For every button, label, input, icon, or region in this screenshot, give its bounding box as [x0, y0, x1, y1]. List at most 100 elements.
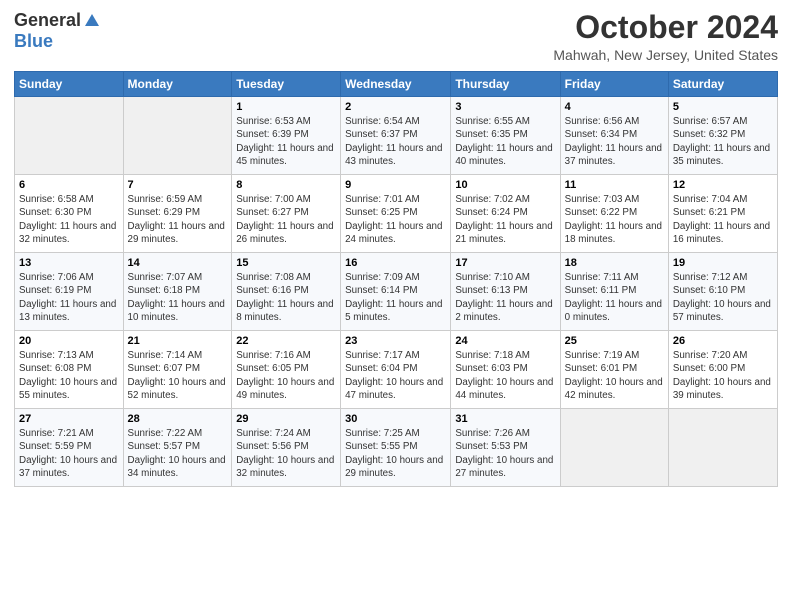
- day-info: Sunrise: 7:12 AM Sunset: 6:10 PM Dayligh…: [673, 271, 773, 324]
- day-info: Sunrise: 7:02 AM Sunset: 6:24 PM Dayligh…: [455, 193, 555, 246]
- calendar-cell: 5 Sunrise: 6:57 AM Sunset: 6:32 PM Daylig…: [668, 97, 777, 175]
- calendar-week-row: 27 Sunrise: 7:21 AM Sunset: 5:59 PM Dayli…: [15, 409, 778, 487]
- calendar-cell: 13 Sunrise: 7:06 AM Sunset: 6:19 PM Dayli…: [15, 253, 124, 331]
- calendar-week-row: 6 Sunrise: 6:58 AM Sunset: 6:30 PM Daylig…: [15, 175, 778, 253]
- day-info: Sunrise: 7:19 AM Sunset: 6:01 PM Dayligh…: [565, 349, 664, 402]
- day-info: Sunrise: 6:57 AM Sunset: 6:32 PM Dayligh…: [673, 115, 773, 168]
- day-info: Sunrise: 7:08 AM Sunset: 6:16 PM Dayligh…: [236, 271, 336, 324]
- calendar-cell: 28 Sunrise: 7:22 AM Sunset: 5:57 PM Dayli…: [123, 409, 232, 487]
- calendar-table: Sunday Monday Tuesday Wednesday Thursday…: [14, 71, 778, 487]
- logo-general-text: General: [14, 10, 81, 31]
- logo: General Blue: [14, 10, 101, 52]
- day-number: 28: [128, 413, 228, 425]
- calendar-cell: 26 Sunrise: 7:20 AM Sunset: 6:00 PM Dayli…: [668, 331, 777, 409]
- day-info: Sunrise: 7:13 AM Sunset: 6:08 PM Dayligh…: [19, 349, 119, 402]
- col-saturday: Saturday: [668, 72, 777, 97]
- logo-blue-text: Blue: [14, 31, 53, 52]
- day-info: Sunrise: 7:03 AM Sunset: 6:22 PM Dayligh…: [565, 193, 664, 246]
- day-number: 29: [236, 413, 336, 425]
- day-number: 2: [345, 101, 446, 113]
- page: General Blue October 2024 Mahwah, New Je…: [0, 0, 792, 612]
- day-info: Sunrise: 7:11 AM Sunset: 6:11 PM Dayligh…: [565, 271, 664, 324]
- day-number: 1: [236, 101, 336, 113]
- day-info: Sunrise: 7:09 AM Sunset: 6:14 PM Dayligh…: [345, 271, 446, 324]
- day-number: 22: [236, 335, 336, 347]
- day-info: Sunrise: 7:04 AM Sunset: 6:21 PM Dayligh…: [673, 193, 773, 246]
- calendar-cell: 11 Sunrise: 7:03 AM Sunset: 6:22 PM Dayli…: [560, 175, 668, 253]
- day-number: 11: [565, 179, 664, 191]
- day-number: 10: [455, 179, 555, 191]
- calendar-cell: 22 Sunrise: 7:16 AM Sunset: 6:05 PM Dayli…: [232, 331, 341, 409]
- col-thursday: Thursday: [451, 72, 560, 97]
- day-info: Sunrise: 7:07 AM Sunset: 6:18 PM Dayligh…: [128, 271, 228, 324]
- calendar-cell: 21Sunrise: 7:14 AM Sunset: 6:07 PM Dayli…: [123, 331, 232, 409]
- calendar-cell: [15, 97, 124, 175]
- col-friday: Friday: [560, 72, 668, 97]
- subtitle: Mahwah, New Jersey, United States: [553, 47, 778, 63]
- calendar-week-row: 13 Sunrise: 7:06 AM Sunset: 6:19 PM Dayli…: [15, 253, 778, 331]
- day-number: 12: [673, 179, 773, 191]
- day-number: 15: [236, 257, 336, 269]
- day-info: Sunrise: 7:22 AM Sunset: 5:57 PM Dayligh…: [128, 427, 228, 480]
- calendar-cell: [560, 409, 668, 487]
- calendar-cell: 8 Sunrise: 7:00 AM Sunset: 6:27 PM Daylig…: [232, 175, 341, 253]
- calendar-cell: 7Sunrise: 6:59 AM Sunset: 6:29 PM Daylig…: [123, 175, 232, 253]
- day-info: Sunrise: 6:55 AM Sunset: 6:35 PM Dayligh…: [455, 115, 555, 168]
- calendar-header-row: Sunday Monday Tuesday Wednesday Thursday…: [15, 72, 778, 97]
- calendar-cell: 9 Sunrise: 7:01 AM Sunset: 6:25 PM Daylig…: [341, 175, 451, 253]
- day-number: 9: [345, 179, 446, 191]
- day-info: Sunrise: 7:25 AM Sunset: 5:55 PM Dayligh…: [345, 427, 446, 480]
- calendar-cell: 27 Sunrise: 7:21 AM Sunset: 5:59 PM Dayli…: [15, 409, 124, 487]
- day-info: Sunrise: 7:21 AM Sunset: 5:59 PM Dayligh…: [19, 427, 119, 480]
- day-number: 25: [565, 335, 664, 347]
- day-info: Sunrise: 6:54 AM Sunset: 6:37 PM Dayligh…: [345, 115, 446, 168]
- day-info: Sunrise: 6:58 AM Sunset: 6:30 PM Dayligh…: [19, 193, 119, 246]
- calendar-cell: 10 Sunrise: 7:02 AM Sunset: 6:24 PM Dayli…: [451, 175, 560, 253]
- day-number: 26: [673, 335, 773, 347]
- day-number: 20: [19, 335, 119, 347]
- day-number: 17: [455, 257, 555, 269]
- day-number: 3: [455, 101, 555, 113]
- title-block: October 2024 Mahwah, New Jersey, United …: [553, 10, 778, 63]
- day-info: Sunrise: 7:16 AM Sunset: 6:05 PM Dayligh…: [236, 349, 336, 402]
- calendar-cell: 6 Sunrise: 6:58 AM Sunset: 6:30 PM Daylig…: [15, 175, 124, 253]
- calendar-cell: 18 Sunrise: 7:11 AM Sunset: 6:11 PM Dayli…: [560, 253, 668, 331]
- day-info: Sunrise: 7:14 AM Sunset: 6:07 PM Dayligh…: [128, 349, 228, 402]
- day-number: 5: [673, 101, 773, 113]
- calendar-cell: 17Sunrise: 7:10 AM Sunset: 6:13 PM Dayli…: [451, 253, 560, 331]
- calendar-cell: 1 Sunrise: 6:53 AM Sunset: 6:39 PM Daylig…: [232, 97, 341, 175]
- day-number: 7: [128, 179, 228, 191]
- day-info: Sunrise: 7:00 AM Sunset: 6:27 PM Dayligh…: [236, 193, 336, 246]
- day-info: Sunrise: 7:24 AM Sunset: 5:56 PM Dayligh…: [236, 427, 336, 480]
- day-info: Sunrise: 7:20 AM Sunset: 6:00 PM Dayligh…: [673, 349, 773, 402]
- day-info: Sunrise: 6:53 AM Sunset: 6:39 PM Dayligh…: [236, 115, 336, 168]
- calendar-cell: 31Sunrise: 7:26 AM Sunset: 5:53 PM Dayli…: [451, 409, 560, 487]
- day-number: 19: [673, 257, 773, 269]
- calendar-cell: [123, 97, 232, 175]
- day-info: Sunrise: 7:06 AM Sunset: 6:19 PM Dayligh…: [19, 271, 119, 324]
- calendar-cell: 2 Sunrise: 6:54 AM Sunset: 6:37 PM Daylig…: [341, 97, 451, 175]
- header: General Blue October 2024 Mahwah, New Je…: [14, 10, 778, 63]
- calendar-cell: 24Sunrise: 7:18 AM Sunset: 6:03 PM Dayli…: [451, 331, 560, 409]
- col-monday: Monday: [123, 72, 232, 97]
- col-wednesday: Wednesday: [341, 72, 451, 97]
- day-number: 13: [19, 257, 119, 269]
- day-info: Sunrise: 7:26 AM Sunset: 5:53 PM Dayligh…: [455, 427, 555, 480]
- day-number: 14: [128, 257, 228, 269]
- main-title: October 2024: [553, 10, 778, 45]
- day-number: 24: [455, 335, 555, 347]
- day-number: 18: [565, 257, 664, 269]
- day-info: Sunrise: 7:17 AM Sunset: 6:04 PM Dayligh…: [345, 349, 446, 402]
- calendar-cell: 4Sunrise: 6:56 AM Sunset: 6:34 PM Daylig…: [560, 97, 668, 175]
- day-number: 6: [19, 179, 119, 191]
- calendar-cell: 19 Sunrise: 7:12 AM Sunset: 6:10 PM Dayli…: [668, 253, 777, 331]
- calendar-cell: 15 Sunrise: 7:08 AM Sunset: 6:16 PM Dayli…: [232, 253, 341, 331]
- calendar-cell: 14 Sunrise: 7:07 AM Sunset: 6:18 PM Dayli…: [123, 253, 232, 331]
- day-number: 27: [19, 413, 119, 425]
- col-sunday: Sunday: [15, 72, 124, 97]
- day-number: 16: [345, 257, 446, 269]
- day-info: Sunrise: 7:01 AM Sunset: 6:25 PM Dayligh…: [345, 193, 446, 246]
- day-number: 8: [236, 179, 336, 191]
- calendar-cell: 23Sunrise: 7:17 AM Sunset: 6:04 PM Dayli…: [341, 331, 451, 409]
- calendar-cell: 3 Sunrise: 6:55 AM Sunset: 6:35 PM Daylig…: [451, 97, 560, 175]
